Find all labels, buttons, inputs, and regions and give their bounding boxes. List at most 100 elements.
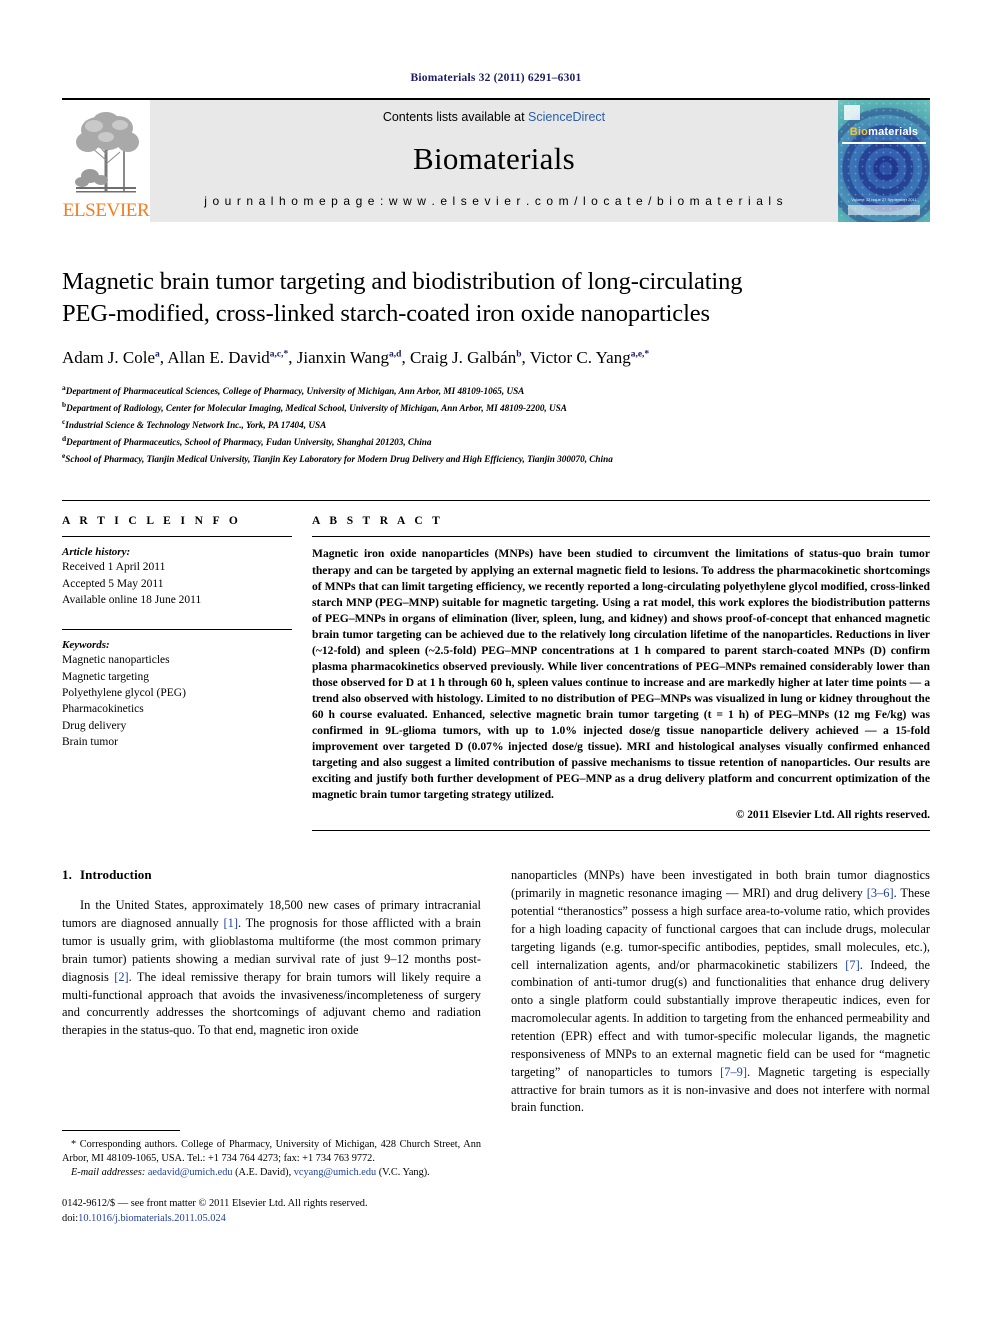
body-column-right: nanoparticles (MNPs) have been investiga… [511,867,930,1226]
keyword-item: Pharmacokinetics [62,703,144,716]
citation-ref[interactable]: [7] [845,958,859,972]
footnote-divider [62,1129,180,1131]
body-column-left: 1. Introduction In the United States, app… [62,867,481,1226]
contents-available-line: Contents lists available at ScienceDirec… [383,110,605,124]
affiliation: dDepartment of Pharmaceutics, School of … [62,433,930,450]
cover-title-bio: Bio [849,126,869,138]
author-name: Victor C. Yang [529,347,631,367]
keyword-item: Magnetic targeting [62,670,149,683]
journal-masthead: ELSEVIER Contents lists available at Sci… [62,98,930,222]
masthead-center: Contents lists available at ScienceDirec… [150,100,838,222]
keyword-item: Polyethylene glycol (PEG) [62,687,186,700]
doi-link[interactable]: 10.1016/j.biomaterials.2011.05.024 [78,1213,226,1224]
intro-text-part: . Indeed, the combination of anti-tumor … [511,957,930,1079]
affiliation-text: Department of Pharmaceutics, School of P… [66,436,432,447]
journal-cover-thumbnail: Biomaterials Volume 32 Issue 27 Septembe… [838,100,930,222]
author-list: Adam J. Colea, Allan E. Davida,c,*, Jian… [62,347,930,370]
email-link-yang[interactable]: vcyang@umich.edu [294,1167,376,1178]
keyword-item: Brain tumor [62,736,118,749]
affiliation: cIndustrial Science & Technology Network… [62,416,930,433]
article-history-item: Received 1 April 2011 [62,561,166,574]
section-title: Introduction [79,867,152,883]
issn-line: 0142-9612/$ — see front matter © 2011 El… [62,1197,368,1209]
keyword-item: Drug delivery [62,719,127,732]
article-history-item: Accepted 5 May 2011 [62,577,164,590]
cover-caption: Volume 32 Issue 27 September 2011 [851,197,917,202]
abstract-bottom-divider [312,830,930,832]
abstract-divider [312,536,930,538]
affiliation-list: aDepartment of Pharmaceutical Sciences, … [62,382,930,467]
author[interactable]: Allan E. Davida,c,* [167,348,288,367]
doi-line: doi:10.1016/j.biomaterials.2011.05.024 [62,1211,481,1226]
keywords-label: Keywords: [62,639,110,652]
cover-divider [842,142,926,144]
article-info-column: A R T I C L E I N F O Article history: R… [62,515,292,831]
article-title-line-1: Magnetic brain tumor targeting and biodi… [62,268,743,295]
author-affil-marker: a,e,* [630,349,650,360]
article-info-heading: A R T I C L E I N F O [62,515,242,528]
contents-prefix-text: Contents lists available at [382,110,529,124]
cover-title: Biomaterials [838,126,930,138]
title-block: Magnetic brain tumor targeting and biodi… [62,266,930,466]
author-affil-marker: a,c,* [269,349,289,360]
doi-label: doi: [62,1212,79,1224]
affiliation-text: Department of Radiology, Center for Mole… [66,402,567,413]
author-affil-marker: a,d [389,349,402,360]
article-history-item: Available online 18 June 2011 [62,594,202,607]
citation-ref[interactable]: [1] [224,916,238,930]
citation-ref[interactable]: [3–6] [867,886,894,900]
keyword-item: Magnetic nanoparticles [62,654,170,667]
author[interactable]: Victor C. Yanga,e,* [530,348,649,367]
author-name: Adam J. Cole [62,347,156,367]
footnote-block: * Corresponding authors. College of Phar… [62,1129,481,1227]
intro-paragraph-right: nanoparticles (MNPs) have been investiga… [511,867,930,1117]
affiliation: bDepartment of Radiology, Center for Mol… [62,399,930,416]
issn-copyright-block: 0142-9612/$ — see front matter © 2011 El… [62,1196,481,1226]
journal-title: Biomaterials [412,141,575,176]
affiliation: aDepartment of Pharmaceutical Sciences, … [62,382,930,399]
abstract-heading: A B S T R A C T [312,515,444,528]
author-name: Craig J. Galbán [409,347,517,367]
email-owner-yang: (V.C. Yang). [376,1167,430,1179]
article-info-divider [62,536,292,538]
author-name: Jianxin Wang [296,347,390,367]
abstract-text: Magnetic iron oxide nanoparticles (MNPs)… [312,547,930,802]
intro-paragraph-left: In the United States, approximately 18,5… [62,897,481,1040]
citation-ref[interactable]: [7–9] [720,1065,747,1079]
section-heading-introduction: 1. Introduction [62,867,481,883]
affiliation-text: Department of Pharmaceutical Sciences, C… [65,385,525,396]
author-separator: , [288,347,297,367]
body-columns: 1. Introduction In the United States, app… [62,867,930,1226]
cover-footer-bar [848,205,920,215]
author-name: Allan E. David [167,347,270,367]
author-separator: , [521,347,530,367]
email-owner-david: (A.E. David), [232,1167,294,1179]
elsevier-tree-icon [75,112,139,193]
author[interactable]: Craig J. Galbánb [410,348,522,367]
cover-elsevier-mark-icon [844,105,860,120]
article-title: Magnetic brain tumor targeting and biodi… [62,266,930,330]
email-link-david[interactable]: aedavid@umich.edu [148,1167,233,1178]
article-title-line-2: PEG-modified, cross-linked starch-coated… [62,299,710,327]
abstract-copyright: © 2011 Elsevier Ltd. All rights reserved… [735,809,930,822]
affiliation-text: Industrial Science & Technology Network … [65,419,327,430]
journal-homepage-line[interactable]: j o u r n a l h o m e p a g e : w w w . … [204,194,783,208]
email-addresses-label: E-mail addresses: [71,1167,146,1179]
elsevier-wordmark: ELSEVIER [62,200,150,221]
affiliation-text: School of Pharmacy, Tianjin Medical Univ… [65,453,613,464]
author[interactable]: Adam J. Colea [62,348,160,367]
running-head: Biomaterials 32 (2011) 6291–6301 [410,72,582,84]
email-note: E-mail addresses: aedavid@umich.edu (A.E… [62,1166,481,1180]
sciencedirect-link[interactable]: ScienceDirect [528,110,605,124]
journal-article-page: Biomaterials 32 (2011) 6291–6301 ELSEVIE… [0,0,992,1323]
info-abstract-section: A R T I C L E I N F O Article history: R… [62,500,930,832]
author-separator: , [401,347,410,367]
elsevier-logo: ELSEVIER [62,100,150,222]
section-number: 1. [62,867,72,883]
corresponding-author-note: * Corresponding authors. College of Phar… [62,1138,481,1164]
cover-title-materials: materials [868,126,919,138]
citation-ref[interactable]: [2] [114,970,128,984]
author[interactable]: Jianxin Wanga,d [297,348,402,367]
article-history-label: Article history: [62,546,131,559]
